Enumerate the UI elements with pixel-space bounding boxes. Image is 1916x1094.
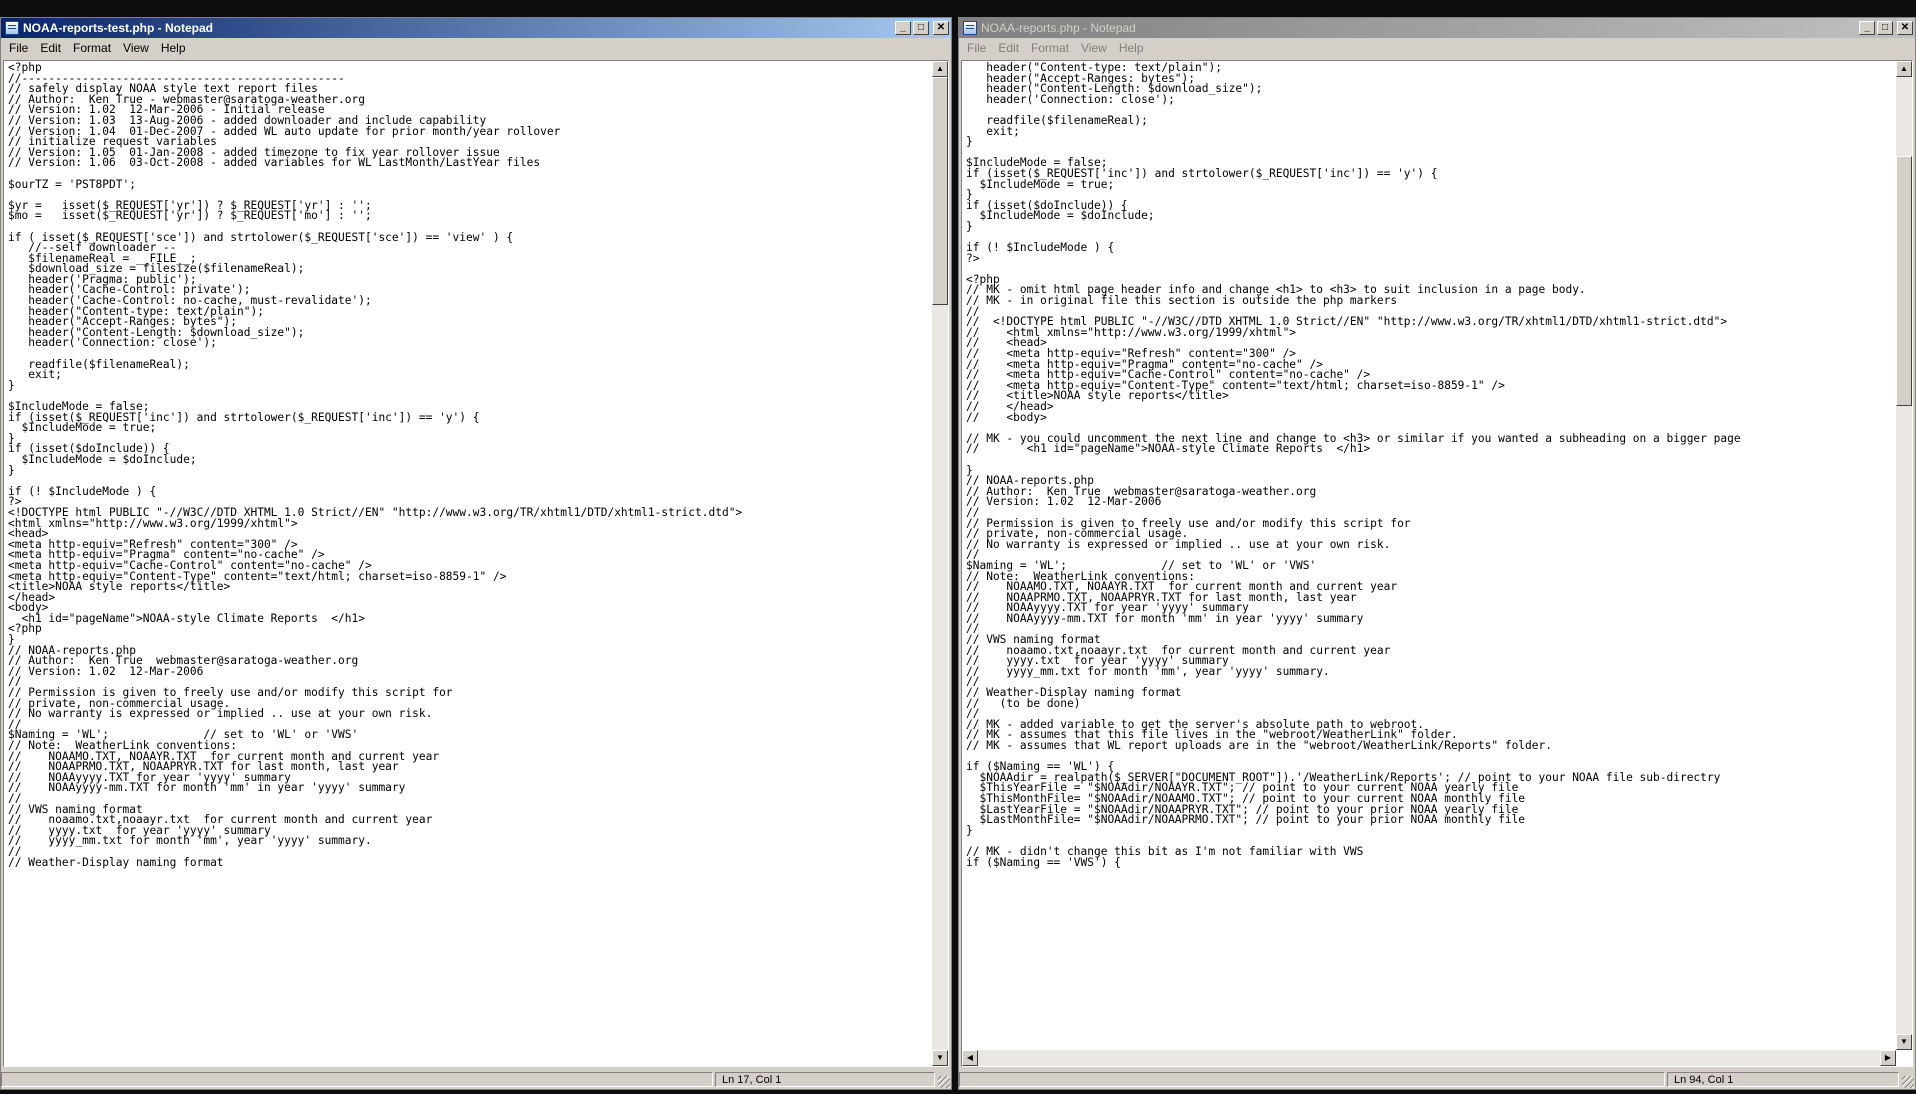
menu-view[interactable]: View [117, 41, 155, 55]
minimize-button[interactable]: _ [895, 21, 911, 35]
notepad-icon[interactable] [963, 21, 977, 35]
status-bar: Ln 17, Col 1 [1, 1069, 951, 1089]
close-button[interactable]: ✕ [933, 21, 949, 35]
code-line: // No warranty is expressed or implied .… [966, 537, 1391, 551]
menu-view[interactable]: View [1075, 41, 1113, 55]
code-line: $IncludeMode = true; [966, 177, 1115, 191]
title-bar[interactable]: NOAA-reports.php - Notepad _ □ ✕ [959, 18, 1915, 38]
scroll-up-button[interactable]: ▲ [1896, 61, 1912, 77]
code-line: $IncludeMode = true; [8, 421, 157, 435]
code-line: header('Connection: close'); [8, 336, 217, 350]
window-title: NOAA-reports.php - Notepad [981, 21, 1136, 35]
notepad-icon[interactable] [5, 21, 19, 35]
code-line: $ourTZ = 'PST8PDT'; [8, 177, 136, 191]
scroll-left-button[interactable]: ◀ [962, 1050, 978, 1066]
vertical-scrollbar[interactable]: ▲ ▼ [1896, 61, 1912, 1050]
status-cell-empty [959, 1072, 1665, 1087]
text-editor[interactable]: header("Content-type: text/plain"); head… [961, 60, 1913, 1067]
status-position: Ln 94, Col 1 [1667, 1072, 1899, 1087]
scroll-up-button[interactable]: ▲ [932, 61, 948, 77]
menu-format[interactable]: Format [1025, 41, 1075, 55]
window-title: NOAA-reports-test.php - Notepad [23, 21, 213, 35]
close-button[interactable]: ✕ [1897, 21, 1913, 35]
code-line: $LastMonthFile= "$NOAAdir/NOAAPRMO.TXT";… [966, 813, 1526, 827]
horizontal-scrollbar[interactable]: ◀ ▶ [962, 1050, 1896, 1066]
code-line: ?> [966, 251, 980, 265]
code-line: // MK - assumes that WL report uploads a… [966, 739, 1552, 752]
menu-help[interactable]: Help [155, 41, 192, 55]
menu-file[interactable]: File [3, 41, 34, 55]
code-line: // Version: 1.06 03-Oct-2008 - added var… [8, 156, 541, 170]
code-line: // Version: 1.02 12-Mar-2006 [8, 664, 204, 678]
scroll-down-button[interactable]: ▼ [1896, 1034, 1912, 1050]
code-line: } [8, 378, 15, 392]
menu-help[interactable]: Help [1113, 41, 1150, 55]
code-line: // NOAAyyyy-mm.TXT for month 'mm' in yea… [966, 611, 1364, 625]
menu-file[interactable]: File [961, 41, 992, 55]
status-cell-empty [1, 1072, 713, 1087]
menu-bar: File Edit Format View Help [959, 38, 1915, 58]
notepad-window-right[interactable]: NOAA-reports.php - Notepad _ □ ✕ File Ed… [958, 17, 1916, 1090]
code-line: // NOAAyyyy-mm.TXT for month 'mm' in yea… [8, 781, 406, 795]
code-line: // MK - in original file this section is… [966, 294, 1398, 308]
status-position: Ln 17, Col 1 [715, 1072, 935, 1087]
menu-format[interactable]: Format [67, 41, 117, 55]
code-line: exit; [966, 124, 1020, 138]
notepad-window-left[interactable]: NOAA-reports-test.php - Notepad _ □ ✕ Fi… [0, 17, 952, 1090]
text-editor[interactable]: <?php //--------------------------------… [3, 60, 949, 1067]
code-line: // Version: 1.02 12-Mar-2006 [966, 495, 1162, 509]
code-line: <html xmlns="http://www.w3.org/1999/xhtm… [8, 516, 298, 530]
code-line: // <h1 id="pageName">NOAA-style Climate … [966, 442, 1371, 456]
code-line: // Weather-Display naming format [8, 855, 224, 869]
code-line: $IncludeMode = $doInclude; [966, 209, 1155, 223]
scroll-right-button[interactable]: ▶ [1880, 1050, 1896, 1066]
code-line: // No warranty is expressed or implied .… [8, 707, 433, 721]
scroll-down-button[interactable]: ▼ [932, 1050, 948, 1066]
status-bar: Ln 94, Col 1 [959, 1069, 1915, 1089]
scroll-thumb[interactable] [932, 77, 948, 305]
editor-text[interactable]: <?php //--------------------------------… [8, 62, 742, 869]
maximize-button[interactable]: □ [1877, 21, 1893, 35]
code-line: } [966, 219, 973, 233]
code-line: $IncludeMode = $doInclude; [8, 452, 197, 466]
code-line: if (! $IncludeMode ) { [8, 484, 157, 498]
minimize-button[interactable]: _ [1859, 21, 1875, 35]
code-line: } [966, 823, 973, 837]
code-line: // yyyy_mm.txt for month 'mm', year 'yyy… [966, 664, 1330, 678]
code-line: exit; [8, 368, 62, 382]
code-line: // <body> [966, 410, 1047, 424]
code-line: $mo = isset($_REQUEST['yr']) ? $_REQUEST… [8, 209, 372, 223]
resize-grip[interactable] [1902, 1076, 1914, 1088]
menu-edit[interactable]: Edit [992, 41, 1025, 55]
code-line: header('Connection: close'); [966, 92, 1175, 106]
editor-text[interactable]: header("Content-type: text/plain"); head… [966, 62, 1741, 869]
resize-grip[interactable] [938, 1076, 950, 1088]
code-line: // yyyy_mm.txt for month 'mm', year 'yyy… [8, 834, 372, 848]
code-line: <h1 id="pageName">NOAA-style Climate Rep… [8, 611, 365, 625]
code-line: if ($Naming == 'VWS') { [966, 855, 1121, 869]
vertical-scrollbar[interactable]: ▲ ▼ [932, 61, 948, 1066]
code-line: } [966, 135, 973, 149]
title-bar[interactable]: NOAA-reports-test.php - Notepad _ □ ✕ [1, 18, 951, 38]
maximize-button[interactable]: □ [913, 21, 929, 35]
menu-bar: File Edit Format View Help [1, 38, 951, 58]
menu-edit[interactable]: Edit [34, 41, 67, 55]
code-line: // (to be done) [966, 696, 1081, 710]
scroll-thumb[interactable] [1896, 156, 1912, 406]
code-line: if (! $IncludeMode ) { [966, 241, 1115, 255]
code-line: } [8, 463, 15, 477]
